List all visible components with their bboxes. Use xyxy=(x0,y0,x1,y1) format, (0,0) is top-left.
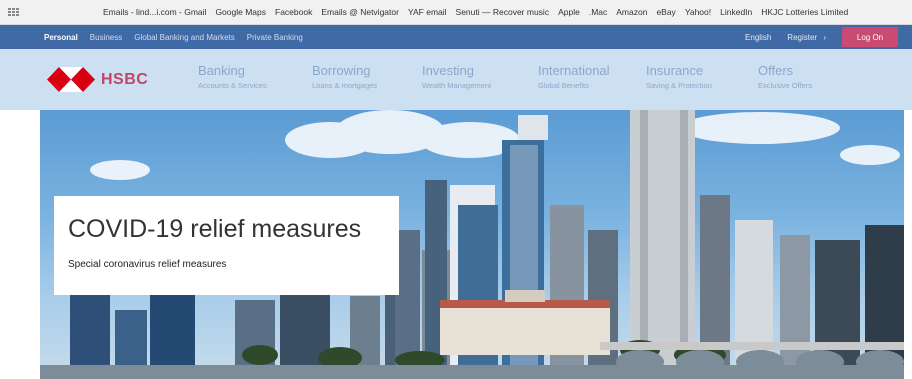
menu-subtitle: Exclusive Offers xyxy=(758,81,813,90)
bookmarks-bar: Emails - lind...i.com - Gmail Google Map… xyxy=(0,0,912,25)
language-link[interactable]: English xyxy=(745,33,771,42)
logo-wordmark: HSBC xyxy=(101,70,149,88)
menu-subtitle: Wealth Management xyxy=(422,81,492,90)
tab-global-banking[interactable]: Global Banking and Markets xyxy=(134,33,235,42)
bookmark-item[interactable]: Google Maps xyxy=(215,7,266,17)
menu-title: Insurance xyxy=(646,63,704,78)
apps-grid-icon[interactable] xyxy=(8,8,19,17)
bookmark-item[interactable]: Apple xyxy=(558,7,580,17)
hsbc-logo[interactable]: HSBC xyxy=(47,67,148,92)
bookmark-item[interactable]: LinkedIn xyxy=(720,7,752,17)
menu-subtitle: Accounts & Services xyxy=(198,81,267,90)
hero-subtitle: Special coronavirus relief measures xyxy=(68,259,227,270)
bookmark-item[interactable]: Facebook xyxy=(275,7,312,17)
menu-subtitle: Global Benefits xyxy=(538,81,589,90)
hero-card[interactable]: COVID-19 relief measures Special coronav… xyxy=(54,196,399,295)
tab-business[interactable]: Business xyxy=(90,33,122,42)
menu-banking[interactable]: Banking Accounts & Services xyxy=(198,63,267,90)
log-on-label: Log On xyxy=(856,32,884,42)
register-label: Register xyxy=(787,32,818,42)
menu-subtitle: Saving & Protection xyxy=(646,81,712,90)
menu-borrowing[interactable]: Borrowing Loans & mortgages xyxy=(312,63,377,90)
bookmark-item[interactable]: Amazon xyxy=(616,7,647,17)
hexagon-logo-icon xyxy=(47,67,95,92)
bookmark-list: Emails - lind...i.com - Gmail Google Map… xyxy=(103,0,848,24)
bookmark-item[interactable]: .Mac xyxy=(589,7,607,17)
menu-title: Borrowing xyxy=(312,63,371,78)
account-links: English Register › Log On xyxy=(745,25,898,49)
bookmark-item[interactable]: HKJC Lotteries Limited xyxy=(761,7,848,17)
menu-subtitle: Loans & mortgages xyxy=(312,81,378,90)
tab-private-banking[interactable]: Private Banking xyxy=(247,33,303,42)
bookmark-item[interactable]: Yahoo! xyxy=(685,7,711,17)
menu-insurance[interactable]: Insurance Saving & Protection xyxy=(646,63,712,90)
tab-personal[interactable]: Personal xyxy=(44,33,78,42)
bookmark-item[interactable]: YAF email xyxy=(408,7,447,17)
menu-international[interactable]: International Global Benefits xyxy=(538,63,610,90)
log-on-button[interactable]: Log On xyxy=(842,27,898,47)
bookmark-item[interactable]: Emails @ Netvigator xyxy=(321,7,399,17)
bookmark-item[interactable]: Senuti — Recover music xyxy=(456,7,550,17)
register-link[interactable]: Register › xyxy=(787,33,826,42)
bookmark-item[interactable]: Emails - lind...i.com - Gmail xyxy=(103,7,206,17)
top-navigation: Personal Business Global Banking and Mar… xyxy=(0,25,912,49)
menu-title: International xyxy=(538,63,610,78)
menu-title: Offers xyxy=(758,63,794,78)
main-navigation: HSBC Banking Accounts & Services Borrowi… xyxy=(0,49,912,110)
menu-offers[interactable]: Offers Exclusive Offers xyxy=(758,63,812,90)
menu-investing[interactable]: Investing Wealth Management xyxy=(422,63,491,90)
hero-title: COVID-19 relief measures xyxy=(68,215,362,243)
chevron-right-icon: › xyxy=(823,32,826,42)
menu-title: Banking xyxy=(198,63,245,78)
menu-title: Investing xyxy=(422,63,475,78)
bookmark-item[interactable]: eBay xyxy=(656,7,675,17)
segment-links: Personal Business Global Banking and Mar… xyxy=(44,25,303,49)
